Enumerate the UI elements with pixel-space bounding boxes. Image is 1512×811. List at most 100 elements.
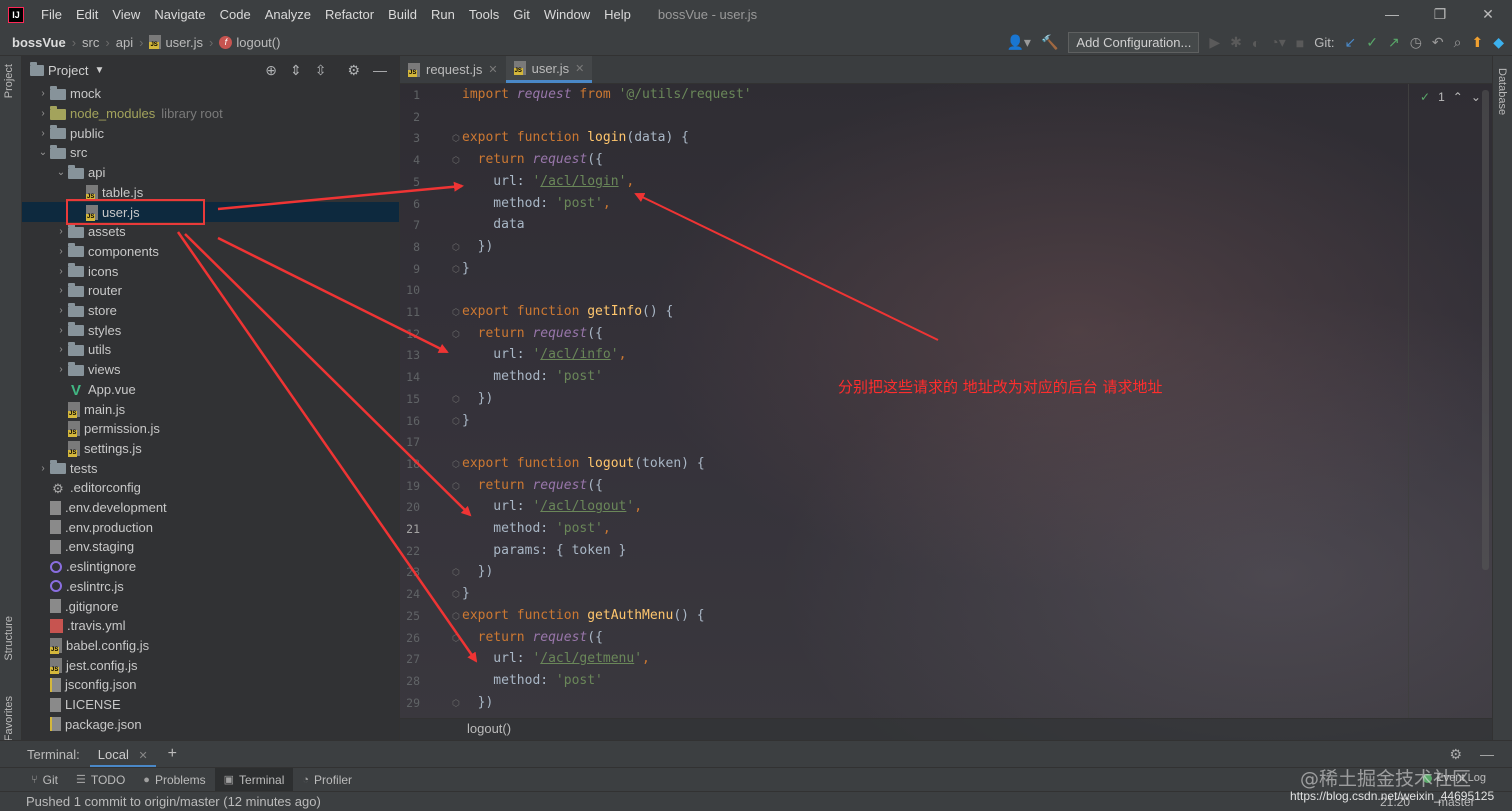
tree-item[interactable]: settings.js <box>22 439 399 459</box>
code-line[interactable]: method: 'post' <box>462 366 603 388</box>
chevron-down-icon[interactable]: ⌄ <box>36 147 50 158</box>
chevron-right-icon[interactable]: › <box>54 344 68 355</box>
fold-marker-icon[interactable]: ⬡ <box>452 155 460 166</box>
structure-tool-tab[interactable]: Structure <box>3 616 15 661</box>
tree-item[interactable]: › tests <box>22 458 399 478</box>
fold-marker-icon[interactable]: ⬡ <box>452 459 460 470</box>
tree-item[interactable]: › styles <box>22 320 399 340</box>
tree-item[interactable]: main.js <box>22 399 399 419</box>
fold-marker-icon[interactable]: ⬡ <box>452 567 460 578</box>
database-tool-tab[interactable]: Database <box>1496 68 1508 115</box>
hide-icon[interactable]: — <box>373 62 387 79</box>
chevron-right-icon[interactable]: › <box>36 463 50 474</box>
project-tool-tab[interactable]: Project <box>3 64 15 98</box>
chevron-down-icon[interactable]: ⌄ <box>54 167 68 178</box>
tree-item[interactable]: › node_modules library root <box>22 104 399 124</box>
fold-marker-icon[interactable]: ⬡ <box>452 307 460 318</box>
fold-marker-icon[interactable]: ⬡ <box>452 698 460 709</box>
project-panel-title[interactable]: Project <box>48 63 88 78</box>
code-line[interactable]: } <box>462 258 470 280</box>
code-line[interactable]: return request({ <box>462 475 603 497</box>
toolbox-icon[interactable]: ◆ <box>1493 34 1504 51</box>
tree-item[interactable]: babel.config.js <box>22 636 399 656</box>
fold-marker-icon[interactable]: ⬡ <box>452 329 460 340</box>
update-icon[interactable]: ⬆ <box>1471 34 1483 51</box>
code-line[interactable]: export function getAuthMenu() { <box>462 605 705 627</box>
run-icon[interactable]: ▶ <box>1209 34 1220 51</box>
tree-item[interactable]: .env.development <box>22 498 399 518</box>
tree-item[interactable]: package.json <box>22 714 399 734</box>
code-line[interactable]: method: 'post', <box>462 518 610 540</box>
breadcrumb-api[interactable]: api <box>116 35 133 50</box>
fold-marker-icon[interactable]: ⬡ <box>452 481 460 492</box>
tree-item[interactable]: › store <box>22 301 399 321</box>
chevron-right-icon[interactable]: › <box>54 364 68 375</box>
menu-run[interactable]: Run <box>424 7 462 22</box>
menu-file[interactable]: File <box>34 7 69 22</box>
code-line[interactable]: export function getInfo() { <box>462 301 673 323</box>
tree-item[interactable]: V App.vue <box>22 380 399 400</box>
restore-button[interactable]: ❐ <box>1416 0 1464 29</box>
collapse-all-icon[interactable]: ⇳ <box>315 62 327 79</box>
menu-window[interactable]: Window <box>537 7 597 22</box>
tree-item[interactable]: › public <box>22 123 399 143</box>
minimize-button[interactable]: — <box>1368 0 1416 29</box>
git-commit-icon[interactable]: ✓ <box>1366 34 1378 51</box>
code-line[interactable]: params: { token } <box>462 540 626 562</box>
code-line[interactable]: url: '/acl/info', <box>462 344 626 366</box>
git-push-icon[interactable]: ↗ <box>1388 34 1400 51</box>
profile-icon[interactable]: ◔▾ <box>1270 34 1285 51</box>
code-line[interactable]: return request({ <box>462 149 603 171</box>
inspection-widget[interactable]: ✓ 1 ⌃ ⌄ <box>1420 90 1481 104</box>
tree-item[interactable]: .gitignore <box>22 596 399 616</box>
code-line[interactable]: return request({ <box>462 323 603 345</box>
tree-item[interactable]: ⌄ src <box>22 143 399 163</box>
tree-item[interactable]: jest.config.js <box>22 655 399 675</box>
tab-request-js[interactable]: request.js ✕ <box>400 56 506 83</box>
tool-window-git[interactable]: ⑂ Git <box>22 768 67 792</box>
gear-icon[interactable]: ⚙ <box>1449 746 1462 763</box>
tree-item[interactable]: › router <box>22 281 399 301</box>
chevron-right-icon[interactable]: › <box>36 108 50 119</box>
tool-window-todo[interactable]: ☰ TODO <box>67 768 134 792</box>
locate-icon[interactable]: ⊕ <box>265 62 277 79</box>
expand-all-icon[interactable]: ⇕ <box>290 62 302 79</box>
chevron-up-icon[interactable]: ⌃ <box>1453 90 1463 104</box>
breadcrumb-function[interactable]: logout() <box>236 35 280 50</box>
tree-item[interactable]: ⚙ .editorconfig <box>22 478 399 498</box>
chevron-down-icon[interactable]: ⌄ <box>1471 90 1481 104</box>
close-tab-icon[interactable]: ✕ <box>488 63 497 76</box>
tree-item[interactable]: .eslintignore <box>22 557 399 577</box>
menu-code[interactable]: Code <box>213 7 258 22</box>
favorites-tool-tab[interactable]: Favorites <box>3 696 15 741</box>
code-line[interactable]: }) <box>462 692 494 714</box>
gear-icon[interactable]: ⚙ <box>347 62 360 79</box>
tree-item[interactable]: permission.js <box>22 419 399 439</box>
code-line[interactable]: }) <box>462 388 494 410</box>
editor-breadcrumb[interactable]: logout() <box>467 721 511 736</box>
breadcrumb-src[interactable]: src <box>82 35 99 50</box>
chevron-right-icon[interactable]: › <box>54 285 68 296</box>
editor-scrollbar[interactable] <box>1482 90 1489 570</box>
code-line[interactable]: url: '/acl/logout', <box>462 496 642 518</box>
menu-build[interactable]: Build <box>381 7 424 22</box>
code-line[interactable]: }) <box>462 561 494 583</box>
user-icon[interactable]: 👤▾ <box>1007 34 1031 51</box>
chevron-down-icon[interactable]: ▼ <box>94 65 104 76</box>
debug-icon[interactable]: ✱ <box>1230 34 1242 51</box>
fold-marker-icon[interactable]: ⬡ <box>452 242 460 253</box>
tree-item[interactable]: .env.staging <box>22 537 399 557</box>
code-line[interactable]: url: '/acl/getmenu', <box>462 648 650 670</box>
menu-git[interactable]: Git <box>506 7 537 22</box>
history-icon[interactable]: ◷ <box>1410 34 1422 51</box>
tool-window-profiler[interactable]: ◔ Profiler <box>293 768 361 792</box>
terminal-tab-local[interactable]: Local ✕ <box>89 741 156 768</box>
code-line[interactable]: url: '/acl/login', <box>462 171 634 193</box>
code-editor[interactable]: import request from '@/utils/request' exp… <box>462 84 1462 740</box>
breadcrumb-project[interactable]: bossVue <box>12 35 66 50</box>
code-line[interactable]: }) <box>462 236 494 258</box>
tree-item[interactable]: .travis.yml <box>22 616 399 636</box>
fold-marker-icon[interactable]: ⬡ <box>452 416 460 427</box>
build-hammer-icon[interactable]: 🔨 <box>1041 34 1058 51</box>
code-line[interactable]: export function login(data) { <box>462 127 689 149</box>
